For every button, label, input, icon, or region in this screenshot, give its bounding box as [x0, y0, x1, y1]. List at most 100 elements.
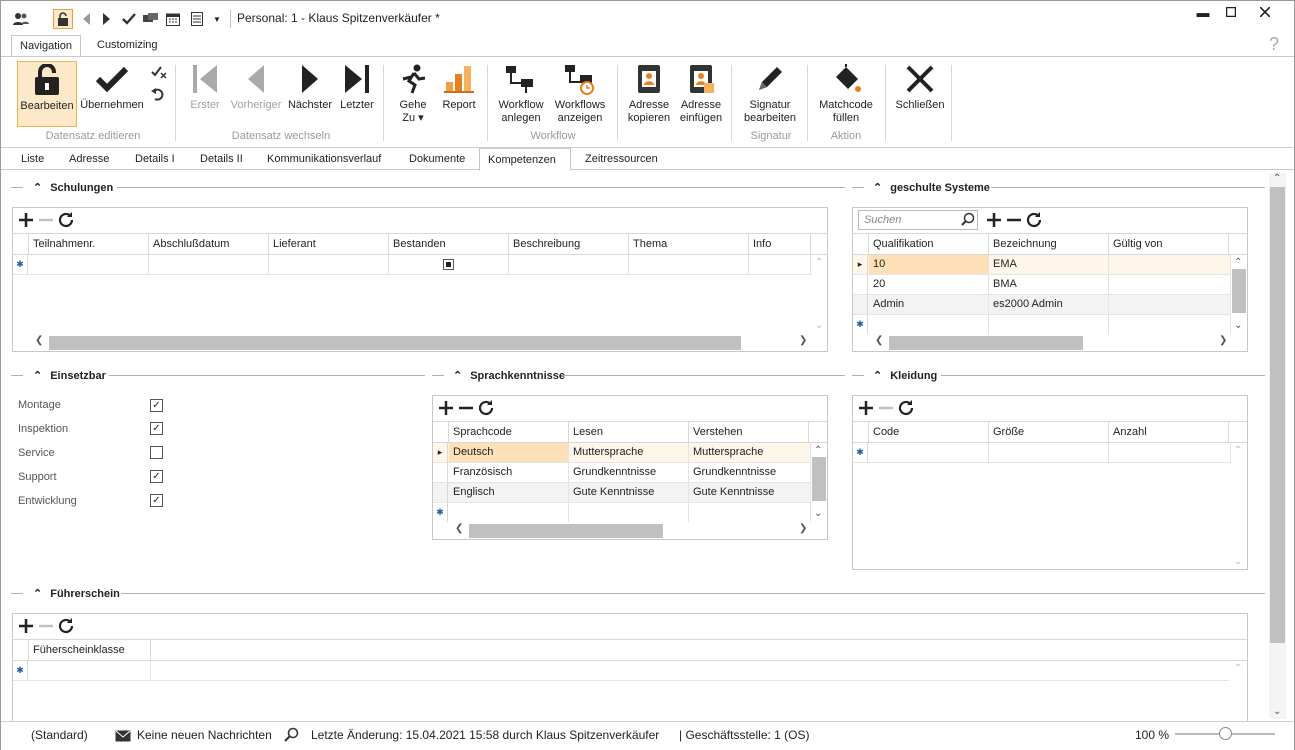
scroll-down-icon[interactable]: ⌄ [1234, 556, 1242, 567]
col-thema[interactable]: Thema [629, 234, 749, 254]
check-icon[interactable] [119, 9, 139, 29]
table-row[interactable]: ▸ 10 EMA [853, 255, 1231, 275]
table-cell[interactable]: Englisch [449, 483, 569, 502]
table-cell[interactable]: BMA [989, 275, 1109, 294]
col-bestanden[interactable]: Bestanden [389, 234, 509, 254]
scroll-right-icon[interactable]: ❯ [799, 335, 807, 346]
refresh-icon[interactable] [897, 399, 915, 417]
scroll-thumb[interactable] [889, 336, 1083, 350]
tab-kommunikationsverlauf[interactable]: Kommunikationsverlauf [259, 150, 389, 170]
table-cell[interactable]: Admin [869, 295, 989, 314]
signatur-bearbeiten-button[interactable]: Signatur bearbeiten [741, 61, 799, 127]
horizontal-scrollbar[interactable]: ❮ ❯ [853, 334, 1247, 351]
col-fuehrerscheinklasse[interactable]: Füherscheinklasse [29, 640, 151, 660]
vertical-scrollbar[interactable]: ⌃ ⌄ [811, 255, 828, 333]
calendar-icon[interactable] [163, 9, 183, 29]
table-cell[interactable] [1109, 315, 1231, 334]
new-row[interactable]: ✱ [13, 661, 1229, 681]
table-row[interactable]: Französisch Grundkenntnisse Grundkenntni… [433, 463, 811, 483]
remove-icon[interactable] [1005, 211, 1023, 229]
add-icon[interactable] [985, 211, 1003, 229]
search-input[interactable]: Suchen [858, 210, 978, 230]
status-messages[interactable]: Keine neuen Nachrichten [137, 728, 272, 742]
scroll-left-icon[interactable]: ❮ [455, 523, 463, 534]
table-cell[interactable]: Grundkenntnisse [689, 463, 811, 482]
table-cell[interactable] [869, 443, 989, 462]
naechster-button[interactable]: Nächster [286, 61, 334, 127]
horizontal-scrollbar[interactable]: ❮ ❯ [433, 522, 827, 539]
scroll-right-icon[interactable]: ❯ [799, 523, 807, 534]
scroll-thumb[interactable] [812, 457, 826, 501]
scroll-up-icon[interactable]: ⌃ [1273, 173, 1281, 184]
tab-dokumente[interactable]: Dokumente [401, 150, 473, 170]
customize-dropdown-icon[interactable]: ▼ [207, 9, 227, 29]
table-cell[interactable] [389, 255, 509, 274]
tab-zeitressourcen[interactable]: Zeitressourcen [577, 150, 666, 170]
remove-icon[interactable] [457, 399, 475, 417]
vertical-scrollbar[interactable]: ⌃ [1230, 661, 1247, 721]
undo-icon[interactable] [151, 87, 165, 104]
new-row[interactable]: ✱ [433, 503, 811, 523]
col-bezeichnung[interactable]: Bezeichnung [989, 234, 1109, 254]
table-cell[interactable]: Muttersprache [569, 443, 689, 462]
col-qualifikation[interactable]: Qualifikation [869, 234, 989, 254]
refresh-icon[interactable] [1025, 211, 1043, 229]
minimize-button[interactable]: ▬ [1193, 5, 1213, 23]
search-icon[interactable] [283, 727, 299, 743]
scroll-down-icon[interactable]: ⌄ [1234, 320, 1242, 331]
scroll-right-icon[interactable]: ❯ [1219, 335, 1227, 346]
refresh-icon[interactable] [57, 617, 75, 635]
table-cell[interactable]: Muttersprache [689, 443, 811, 462]
workflow-anlegen-button[interactable]: Workflow anlegen [495, 61, 547, 127]
table-cell[interactable] [509, 255, 629, 274]
back-arrow-icon[interactable] [77, 9, 97, 29]
table-cell[interactable] [29, 255, 149, 274]
table-cell[interactable] [569, 503, 689, 522]
remove-icon[interactable] [877, 399, 895, 417]
scroll-down-icon[interactable]: ⌄ [814, 508, 822, 519]
col-lieferant[interactable]: Lieferant [269, 234, 389, 254]
list-icon[interactable] [187, 9, 207, 29]
table-cell[interactable] [1109, 443, 1231, 462]
table-cell[interactable] [449, 503, 569, 522]
ribbon-tab-navigation[interactable]: Navigation [11, 35, 81, 57]
table-cell[interactable]: Deutsch [449, 443, 569, 462]
new-row[interactable]: ✱ [853, 315, 1231, 335]
adresse-einfuegen-button[interactable]: Adresse einfügen [677, 61, 725, 127]
table-row[interactable]: Englisch Gute Kenntnisse Gute Kenntnisse [433, 483, 811, 503]
table-cell[interactable] [749, 255, 811, 274]
refresh-icon[interactable] [57, 211, 75, 229]
entwicklung-checkbox[interactable]: ✓ [150, 494, 163, 507]
add-icon[interactable] [857, 399, 875, 417]
status-standard[interactable]: (Standard) [31, 728, 88, 742]
close-window-button[interactable] [1255, 5, 1275, 23]
table-cell[interactable] [1109, 295, 1231, 314]
table-cell[interactable]: EMA [989, 255, 1109, 274]
table-row[interactable]: Admin es2000 Admin [853, 295, 1231, 315]
col-beschreibung[interactable]: Beschreibung [509, 234, 629, 254]
uebernehmen-button[interactable]: Übernehmen [80, 61, 144, 127]
inspektion-checkbox[interactable]: ✓ [150, 422, 163, 435]
erster-button[interactable]: Erster [185, 61, 225, 127]
col-verstehen[interactable]: Verstehen [689, 422, 809, 442]
vertical-scrollbar[interactable]: ⌃ ⌄ [1230, 443, 1247, 569]
search-icon[interactable] [961, 212, 975, 226]
zoom-slider-handle[interactable] [1219, 727, 1232, 740]
messages-icon[interactable] [141, 9, 161, 29]
table-cell[interactable] [989, 443, 1109, 462]
lock-icon[interactable] [53, 9, 73, 29]
letzter-button[interactable]: Letzter [337, 61, 377, 127]
report-button[interactable]: Report [439, 61, 479, 127]
new-row[interactable]: ✱ [13, 255, 811, 275]
montage-checkbox[interactable]: ✓ [150, 399, 163, 412]
table-cell[interactable]: Gute Kenntnisse [569, 483, 689, 502]
check-cancel-icon[interactable] [151, 65, 167, 82]
scroll-left-icon[interactable]: ❮ [35, 335, 43, 346]
table-cell[interactable] [629, 255, 749, 274]
add-icon[interactable] [17, 211, 35, 229]
scroll-thumb[interactable] [469, 524, 663, 538]
systeme-header[interactable]: ⌃ geschulte Systeme [873, 181, 990, 195]
table-cell[interactable] [269, 255, 389, 274]
tab-liste[interactable]: Liste [13, 150, 52, 170]
matchcode-fuellen-button[interactable]: Matchcode füllen [815, 61, 877, 127]
